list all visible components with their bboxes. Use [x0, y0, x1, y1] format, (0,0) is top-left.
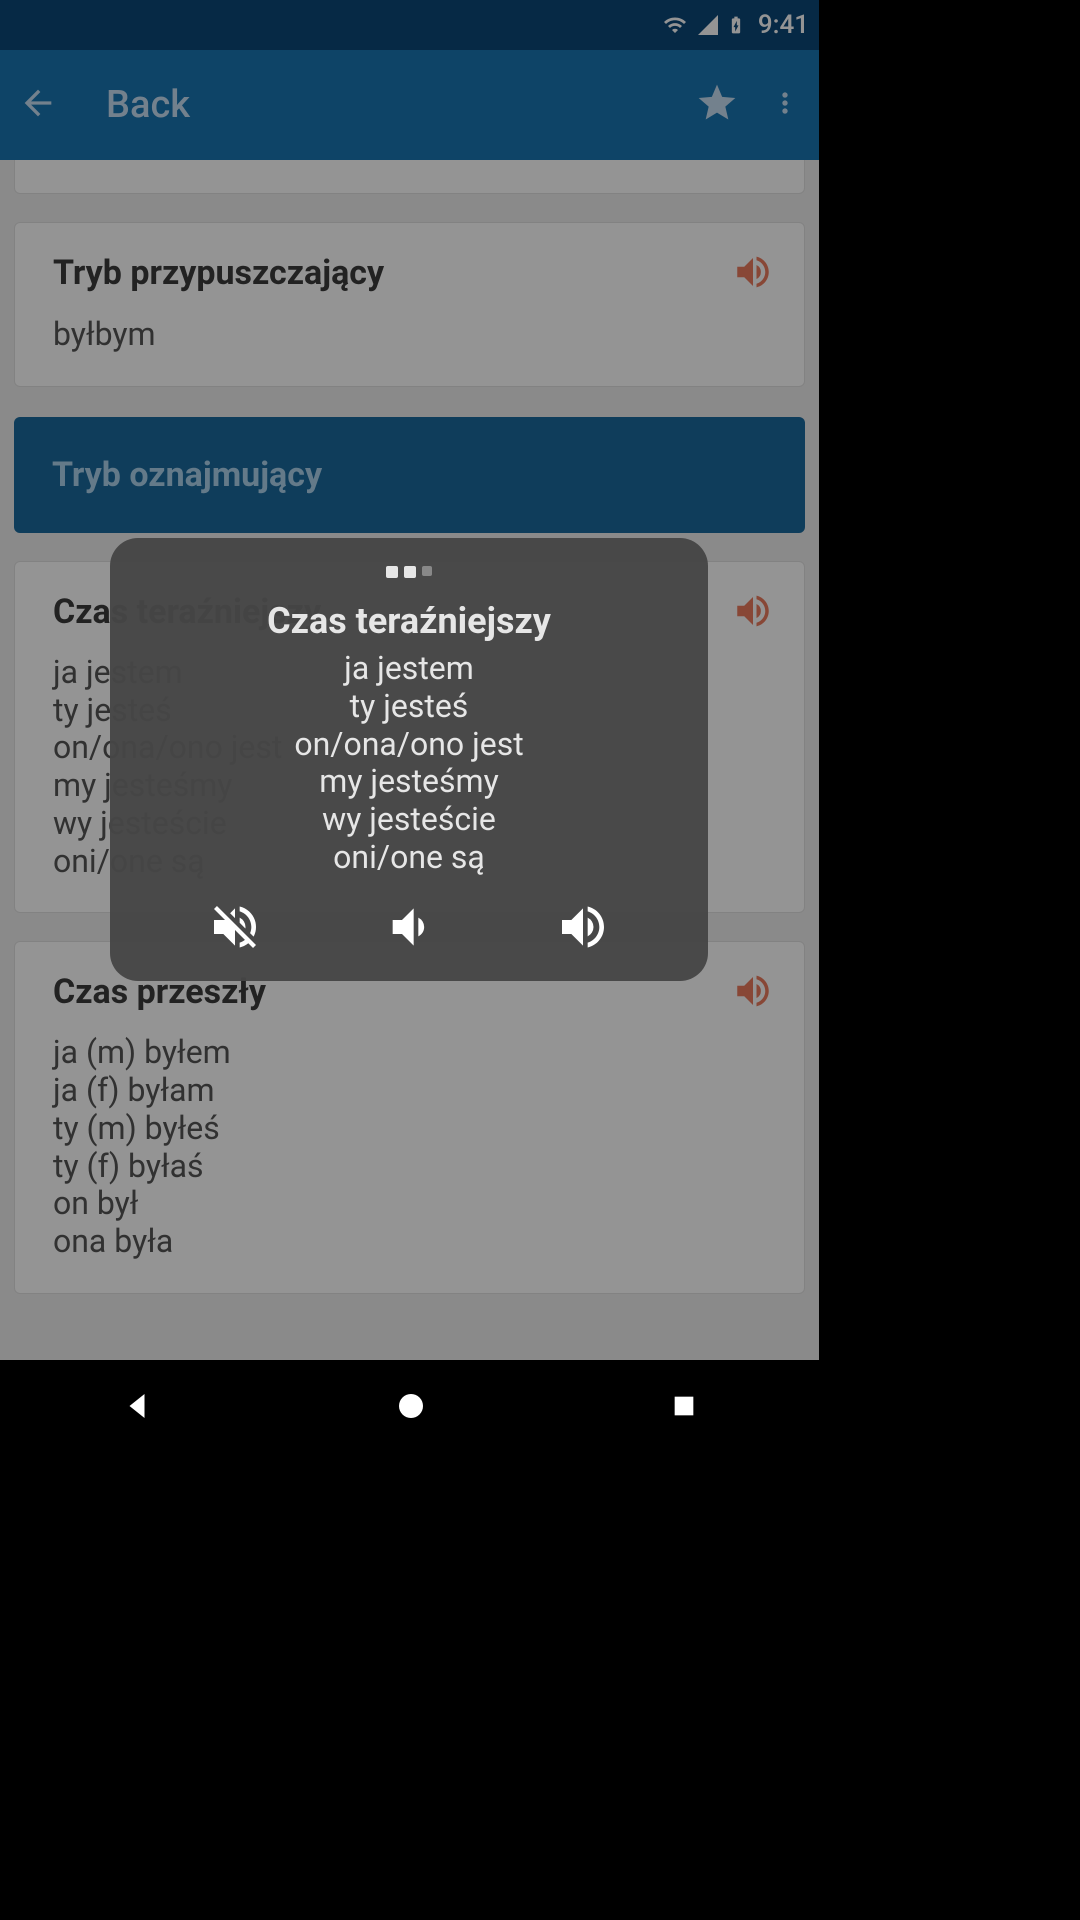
volume-up-icon	[555, 899, 611, 955]
popup-line: ty jesteś	[128, 688, 690, 726]
volume-low-button[interactable]	[381, 899, 437, 959]
audio-popup: Czas teraźniejszy ja jestem ty jesteś on…	[110, 538, 708, 981]
system-nav-bar	[0, 1360, 819, 1456]
square-recent-icon	[668, 1390, 700, 1422]
mute-button[interactable]	[207, 899, 263, 959]
popup-line: wy jesteście	[128, 801, 690, 839]
popup-title: Czas teraźniejszy	[128, 600, 690, 642]
nav-back-button[interactable]	[119, 1388, 155, 1428]
popup-controls	[128, 899, 690, 959]
dot-icon	[386, 566, 398, 578]
volume-high-button[interactable]	[555, 899, 611, 959]
nav-recent-button[interactable]	[668, 1390, 700, 1426]
popup-line: my jesteśmy	[128, 763, 690, 801]
loading-indicator	[128, 566, 690, 578]
nav-home-button[interactable]	[393, 1388, 429, 1428]
popup-line: on/ona/ono jest	[128, 726, 690, 764]
dot-icon	[404, 566, 416, 578]
circle-home-icon	[393, 1388, 429, 1424]
volume-down-icon	[381, 899, 437, 955]
dot-icon	[422, 566, 432, 576]
screen: Tryb przypuszczający byłbym Tryb oznajmu…	[0, 0, 819, 1456]
popup-line: ja jestem	[128, 650, 690, 688]
triangle-back-icon	[119, 1388, 155, 1424]
popup-line: oni/one są	[128, 839, 690, 877]
volume-off-icon	[207, 899, 263, 955]
